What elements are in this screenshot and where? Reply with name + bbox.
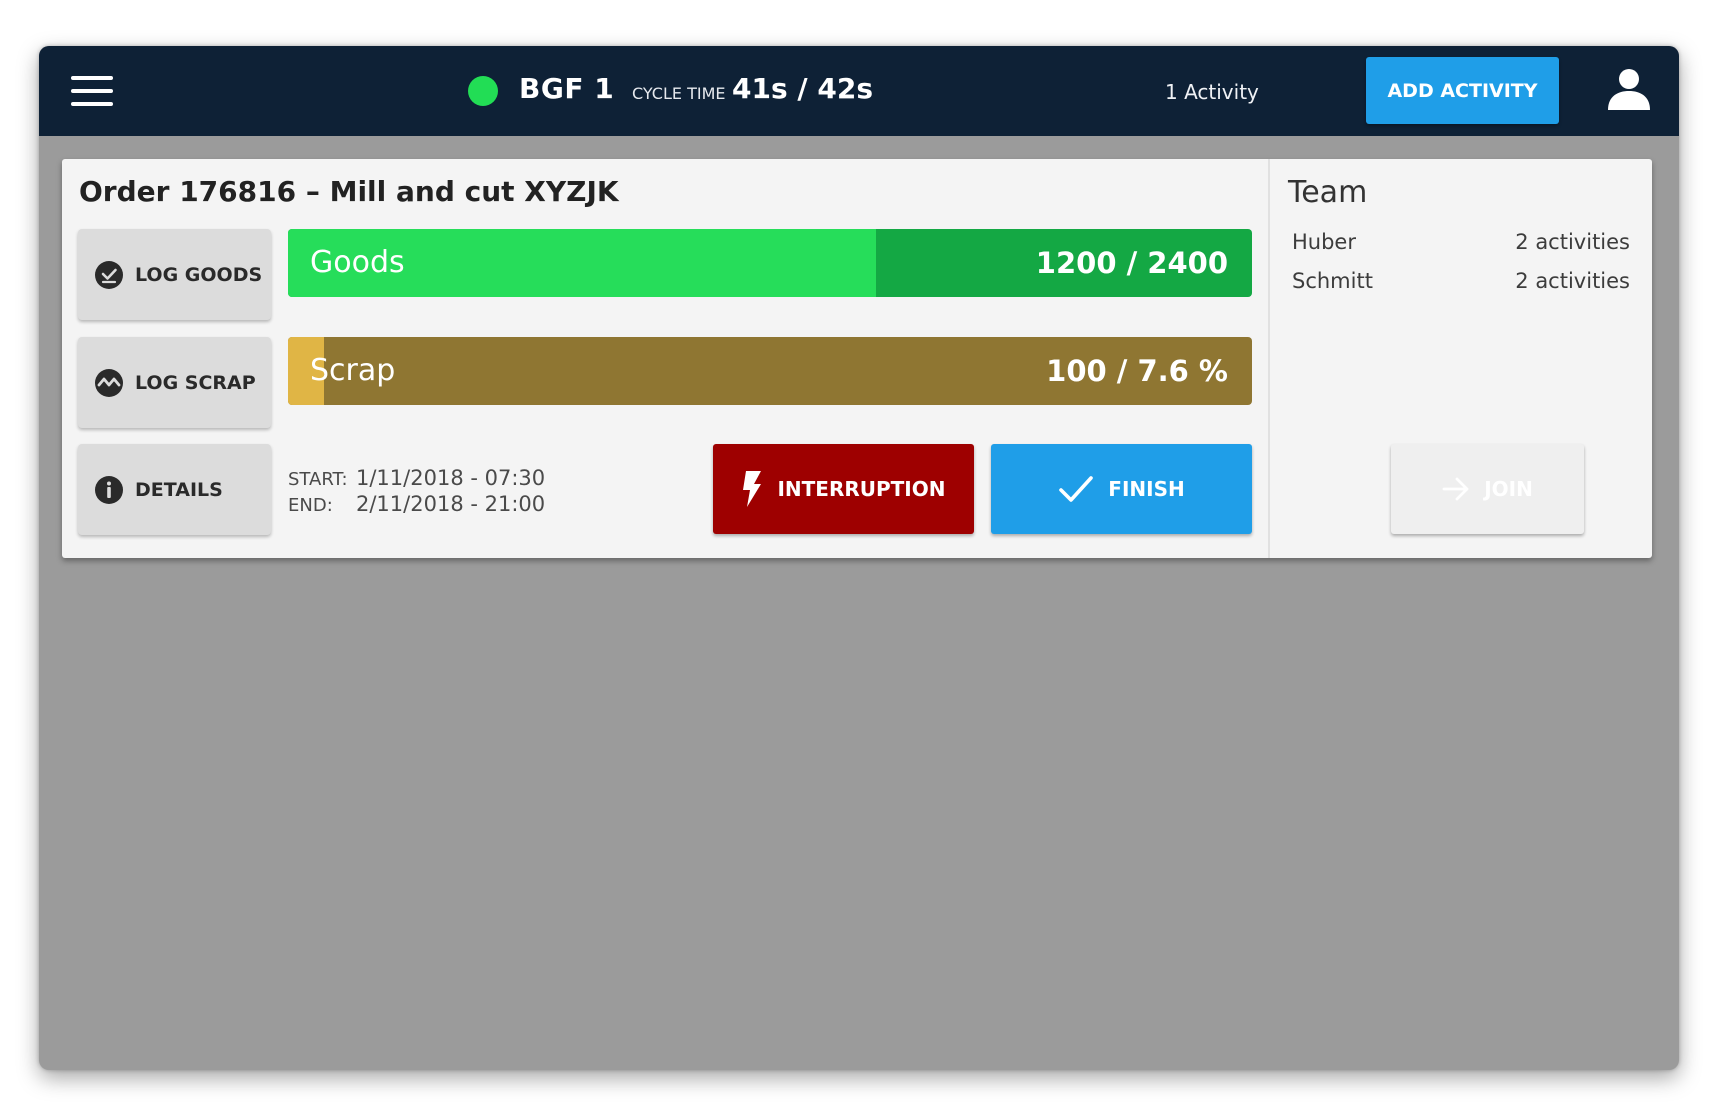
- join-button[interactable]: JOIN: [1391, 444, 1584, 534]
- activity-count: 1 Activity: [1165, 80, 1259, 104]
- add-activity-button[interactable]: ADD ACTIVITY: [1366, 57, 1559, 124]
- team-title: Team: [1288, 175, 1368, 210]
- checkmark-icon: [1059, 476, 1094, 502]
- cycle-time-label: CYCLE TIME: [632, 84, 726, 103]
- arrow-right-icon: [1442, 477, 1469, 501]
- lightning-icon: [743, 471, 762, 507]
- hamburger-menu-icon[interactable]: [71, 76, 113, 106]
- start-value: 1/11/2018 - 07:30: [356, 466, 546, 490]
- top-bar: BGF 1 CYCLE TIME 41s / 42s 1 Activity AD…: [39, 46, 1679, 136]
- start-row: START: 1/11/2018 - 07:30: [288, 466, 545, 492]
- team-panel: Team Huber 2 activities Schmitt 2 activi…: [1268, 159, 1652, 558]
- team-member-activities: 2 activities: [1515, 269, 1630, 293]
- log-scrap-label: LOG SCRAP: [135, 371, 256, 394]
- machine-name: BGF 1: [519, 72, 615, 105]
- zigzag-circle-icon: [95, 368, 123, 397]
- info-icon: [95, 475, 123, 504]
- order-title: Order 176816 – Mill and cut XYZJK: [79, 175, 619, 208]
- check-circle-icon: [95, 260, 123, 289]
- order-dates: START: 1/11/2018 - 07:30 END: 2/11/2018 - …: [288, 466, 545, 518]
- team-member-name: Schmitt: [1292, 269, 1373, 293]
- team-member-name: Huber: [1292, 230, 1356, 254]
- details-label: DETAILS: [135, 478, 223, 501]
- goods-progress-bar: Goods 1200 / 2400: [288, 229, 1252, 297]
- interruption-button[interactable]: INTERRUPTION: [713, 444, 974, 534]
- app-window: BGF 1 CYCLE TIME 41s / 42s 1 Activity AD…: [39, 46, 1679, 1070]
- user-icon[interactable]: [1606, 66, 1652, 112]
- interruption-label: INTERRUPTION: [777, 477, 946, 501]
- start-label: START:: [288, 469, 348, 490]
- team-member-row: Huber 2 activities: [1292, 230, 1630, 254]
- join-label: JOIN: [1484, 477, 1533, 501]
- team-member-row: Schmitt 2 activities: [1292, 269, 1630, 293]
- goods-value: 1200 / 2400: [1035, 246, 1228, 280]
- finish-button[interactable]: FINISH: [991, 444, 1252, 534]
- end-label: END:: [288, 495, 333, 516]
- log-goods-button[interactable]: LOG GOODS: [78, 229, 271, 320]
- goods-label: Goods: [310, 245, 405, 280]
- end-value: 2/11/2018 - 21:00: [356, 492, 546, 516]
- log-scrap-button[interactable]: LOG SCRAP: [78, 337, 271, 428]
- cycle-time-value: 41s / 42s: [732, 72, 873, 105]
- scrap-value: 100 / 7.6 %: [1046, 354, 1228, 388]
- end-row: END: 2/11/2018 - 21:00: [288, 492, 545, 518]
- details-button[interactable]: DETAILS: [78, 444, 271, 535]
- scrap-label: Scrap: [310, 353, 396, 388]
- order-card: Order 176816 – Mill and cut XYZJK LOG GO…: [62, 159, 1652, 558]
- log-goods-label: LOG GOODS: [135, 263, 263, 286]
- scrap-progress-bar: Scrap 100 / 7.6 %: [288, 337, 1252, 405]
- machine-status-indicator: [468, 76, 498, 106]
- finish-label: FINISH: [1108, 477, 1185, 501]
- team-member-activities: 2 activities: [1515, 230, 1630, 254]
